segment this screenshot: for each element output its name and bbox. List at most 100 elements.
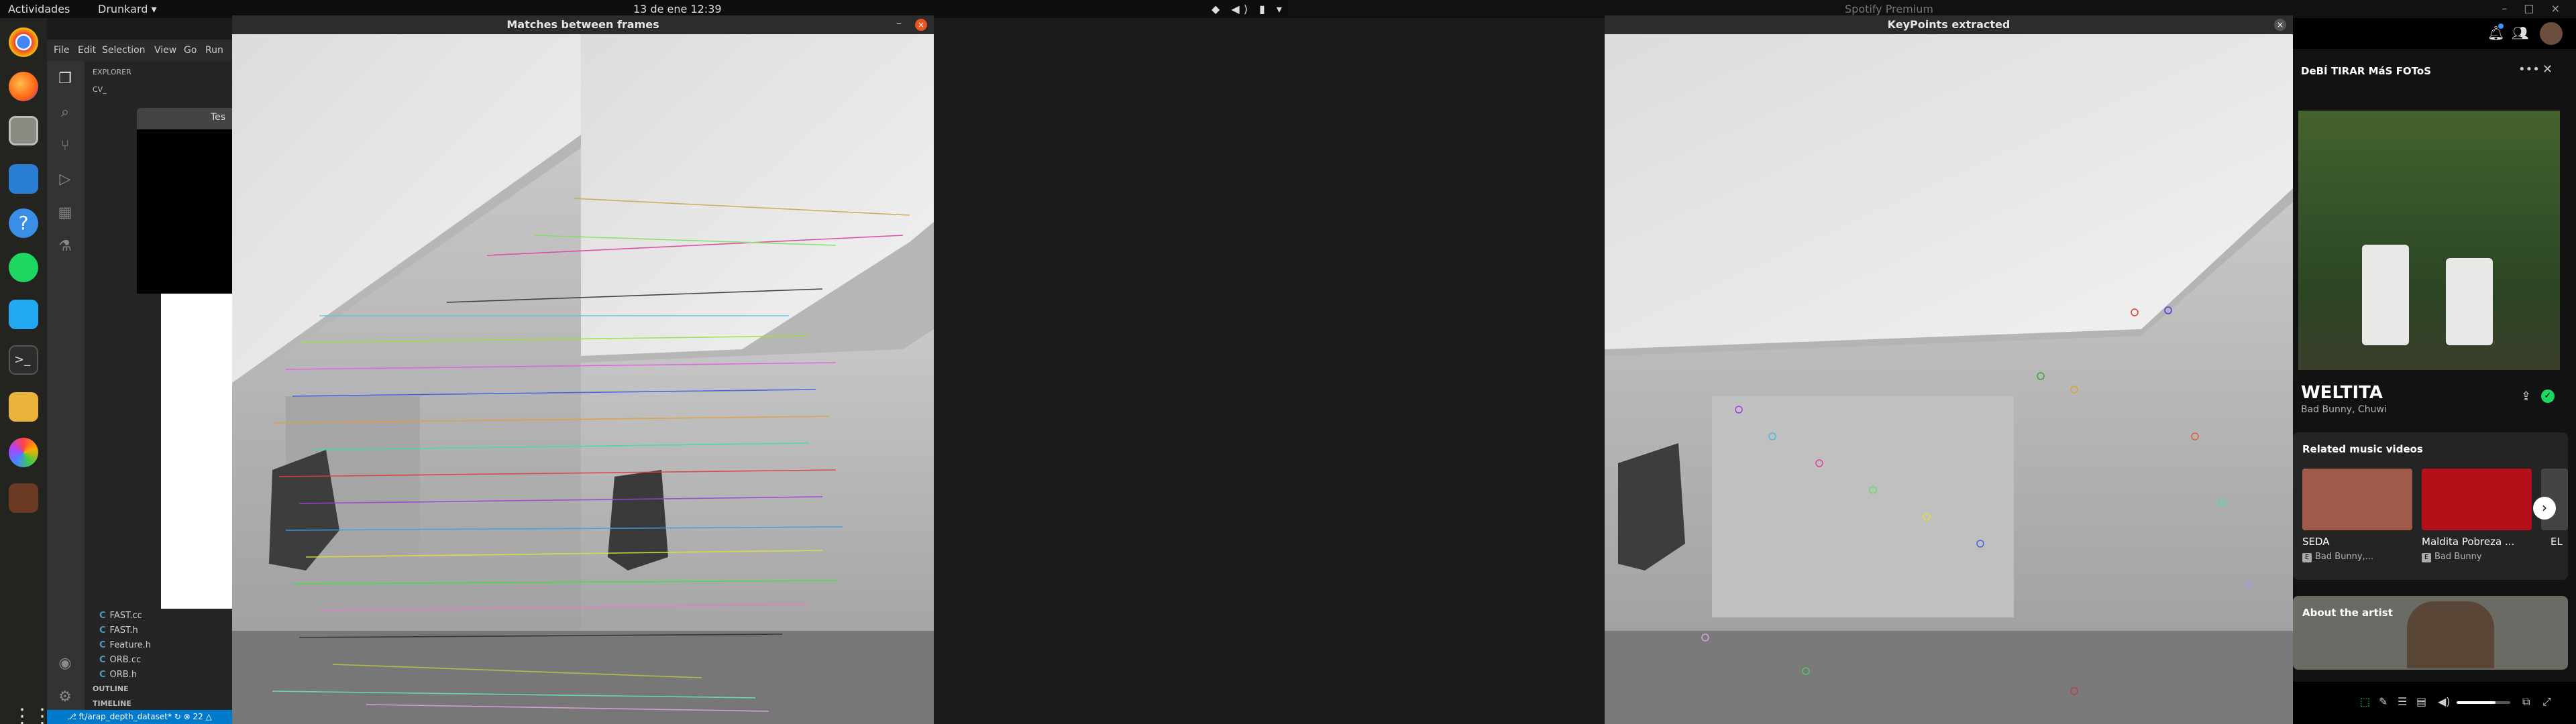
header-file-icon: C bbox=[99, 640, 106, 650]
volume-icon[interactable]: ◀) bbox=[2438, 695, 2451, 708]
menu-file[interactable]: File bbox=[54, 45, 69, 56]
spotify-playback-bar: ⬚ ✎ ☰ ▤ ◀) ⧉ ⤢ bbox=[2293, 682, 2576, 724]
notification-dot bbox=[2498, 23, 2504, 29]
keypoints-title-bar[interactable]: KeyPoints extracted bbox=[1605, 15, 2293, 34]
gear-icon[interactable]: ⚙ bbox=[56, 688, 74, 706]
video-name[interactable]: EL bbox=[2551, 536, 2563, 548]
video-artist[interactable]: E Bad Bunny,... bbox=[2302, 552, 2373, 562]
menu-view[interactable]: View bbox=[154, 45, 176, 56]
track-title[interactable]: WELTITA bbox=[2301, 383, 2383, 403]
panel-title[interactable]: DeBÍ TIRAR MáS FOToS bbox=[2301, 65, 2431, 77]
matches-window: Matches between frames – × bbox=[232, 15, 934, 724]
video-name[interactable]: SEDA bbox=[2302, 536, 2330, 548]
test-window-title: Tes bbox=[211, 112, 226, 123]
vscode-activity-bar: ❐ ⌕ ⑂ ▷ ▦ ⚗ ◉ ⚙ bbox=[47, 61, 85, 721]
extensions-icon[interactable]: ▦ bbox=[56, 204, 74, 222]
chair-right bbox=[2446, 258, 2493, 345]
connect-device-icon[interactable]: ⬚ bbox=[2360, 695, 2370, 708]
lyrics-icon[interactable]: ✎ bbox=[2379, 695, 2387, 708]
image-thumbnail-icon[interactable] bbox=[9, 483, 38, 513]
writer-icon[interactable] bbox=[9, 164, 38, 194]
chrome-icon[interactable] bbox=[9, 27, 38, 57]
dock: ? >_ ⋮⋮ bbox=[0, 18, 52, 724]
floor bbox=[1605, 631, 2293, 724]
track-artists[interactable]: Bad Bunny, Chuwi bbox=[2301, 404, 2387, 415]
menu-go[interactable]: Go bbox=[184, 45, 197, 56]
explorer-header: EXPLORER bbox=[93, 68, 131, 76]
close-icon[interactable]: × bbox=[2274, 19, 2286, 31]
timeline-section[interactable]: TIMELINE bbox=[93, 699, 131, 708]
file-item[interactable]: C FAST.cc bbox=[99, 611, 142, 621]
avatar[interactable] bbox=[2540, 22, 2563, 45]
fullscreen-icon[interactable]: ⤢ bbox=[2542, 695, 2551, 709]
activities-button[interactable]: Actividades bbox=[8, 3, 70, 15]
window-controls[interactable]: – □ × bbox=[2502, 2, 2567, 15]
album-art bbox=[2298, 111, 2560, 370]
files-icon[interactable] bbox=[9, 116, 38, 145]
white-panel bbox=[161, 294, 232, 609]
spotify-header: 🔔︎ 👥︎ bbox=[2293, 18, 2576, 49]
menu-selection[interactable]: Selection bbox=[102, 45, 146, 56]
video-name[interactable]: Maldita Pobreza ... bbox=[2422, 536, 2514, 548]
app-menu[interactable]: Drunkard ▾ bbox=[98, 3, 157, 15]
keypoints-window: KeyPoints extracted × bbox=[1605, 15, 2293, 724]
source-control-icon[interactable]: ⑂ bbox=[56, 137, 74, 155]
share-icon[interactable]: ⇪ bbox=[2521, 389, 2531, 404]
friends-activity-icon[interactable]: 👥︎ bbox=[2512, 25, 2528, 41]
matches-title-bar[interactable]: Matches between frames bbox=[232, 15, 934, 34]
show-apps-icon[interactable]: ⋮⋮ bbox=[12, 705, 52, 724]
menu-run[interactable]: Run bbox=[205, 45, 223, 56]
saved-check-icon[interactable]: ✓ bbox=[2541, 389, 2555, 403]
system-tray[interactable]: ◆ ◀) ▮ ▾ bbox=[1212, 3, 1286, 15]
folder-header[interactable]: CV_ bbox=[93, 85, 107, 94]
cpp-file-icon: C bbox=[99, 655, 106, 665]
file-item[interactable]: C ORB.h bbox=[99, 670, 137, 680]
volume-slider[interactable] bbox=[2457, 701, 2496, 704]
file-item[interactable]: C FAST.h bbox=[99, 625, 138, 636]
outline-section[interactable]: OUTLINE bbox=[93, 684, 129, 693]
matches-image bbox=[232, 34, 934, 724]
devices-icon[interactable]: ▤ bbox=[2416, 695, 2426, 708]
matches-window-title: Matches between frames bbox=[506, 18, 659, 31]
file-manager-icon[interactable] bbox=[9, 392, 38, 422]
vscode-icon[interactable] bbox=[9, 300, 38, 329]
more-options-icon[interactable]: ••• bbox=[2518, 62, 2540, 76]
file-name: Feature.h bbox=[109, 640, 152, 650]
video-artist-name: Bad Bunny bbox=[2434, 552, 2482, 562]
floor bbox=[232, 631, 934, 724]
file-item[interactable]: C ORB.cc bbox=[99, 655, 141, 665]
queue-icon[interactable]: ☰ bbox=[2398, 695, 2407, 708]
file-name: ORB.cc bbox=[109, 655, 142, 665]
about-artist-card[interactable]: About the artist bbox=[2293, 596, 2568, 670]
keypoints-window-title: KeyPoints extracted bbox=[1887, 18, 2010, 31]
video-thumbnail[interactable] bbox=[2422, 469, 2532, 530]
file-item[interactable]: C Feature.h bbox=[99, 640, 151, 650]
header-file-icon: C bbox=[99, 670, 106, 680]
close-icon[interactable]: ✕ bbox=[2542, 62, 2553, 76]
run-debug-icon[interactable]: ▷ bbox=[56, 171, 74, 188]
terminal-icon[interactable]: >_ bbox=[9, 345, 38, 375]
search-icon[interactable]: ⌕ bbox=[56, 104, 74, 121]
file-name: ORB.h bbox=[109, 670, 138, 680]
clock[interactable]: 13 de ene 12:39 bbox=[633, 3, 722, 15]
account-icon[interactable]: ◉ bbox=[56, 655, 74, 672]
header-file-icon: C bbox=[99, 625, 106, 636]
explorer-icon[interactable]: ❐ bbox=[56, 70, 74, 88]
video-thumbnail[interactable] bbox=[2302, 469, 2412, 530]
color-app-icon[interactable] bbox=[9, 438, 38, 467]
spotify-icon[interactable] bbox=[9, 253, 38, 282]
testing-icon[interactable]: ⚗ bbox=[56, 238, 74, 255]
window-pane bbox=[1712, 396, 2014, 617]
close-icon[interactable]: × bbox=[915, 19, 927, 31]
help-icon[interactable]: ? bbox=[9, 208, 38, 238]
test-window: Tes bbox=[137, 108, 232, 294]
firefox-icon[interactable] bbox=[9, 72, 38, 101]
menu-edit[interactable]: Edit bbox=[78, 45, 96, 56]
vscode-status-bar[interactable]: ⎇ ft/arap_depth_dataset* ↻ ⊗ 22 △ bbox=[47, 710, 232, 724]
next-arrow-icon[interactable]: › bbox=[2533, 497, 2556, 520]
related-title: Related music videos bbox=[2302, 443, 2423, 455]
minimize-icon[interactable]: – bbox=[896, 17, 902, 29]
mini-player-icon[interactable]: ⧉ bbox=[2522, 695, 2530, 709]
video-artist[interactable]: E Bad Bunny bbox=[2422, 552, 2482, 562]
vscode-menubar: File Edit Selection View Go Run bbox=[47, 40, 232, 61]
